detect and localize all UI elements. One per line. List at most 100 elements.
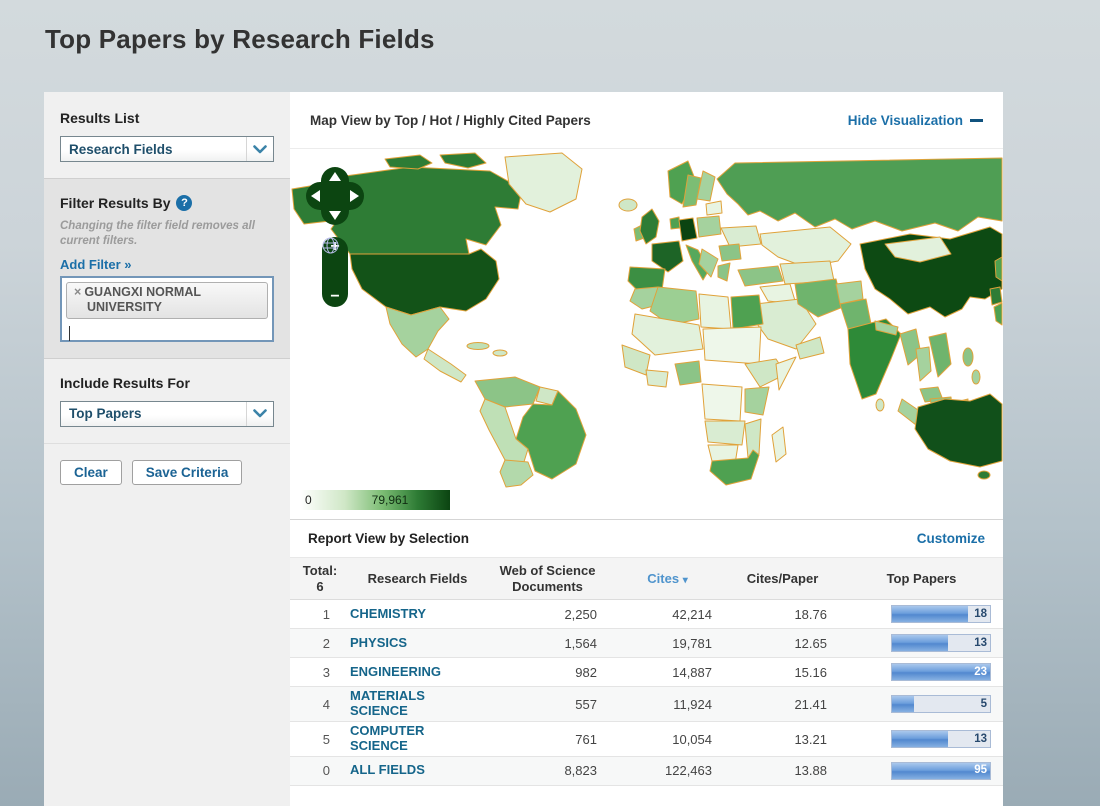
filter-note: Changing the filter field removes all cu… [60, 219, 274, 249]
top-papers-cell: 13 [840, 730, 1003, 748]
documents-cell: 2,250 [485, 607, 610, 622]
pan-up-icon[interactable] [329, 172, 341, 181]
filter-section: Filter Results By ? Changing the filter … [44, 178, 290, 359]
research-field-link[interactable]: MATERIALS SCIENCE [350, 689, 485, 719]
total-header: Total: 6 [290, 563, 350, 594]
documents-cell: 557 [485, 697, 610, 712]
top-papers-bar: 18 [891, 605, 991, 623]
include-results-label: Include Results For [60, 375, 274, 391]
map-legend: 0 79,961 [290, 489, 1003, 519]
filter-input-box[interactable]: ×GUANGXI NORMAL UNIVERSITY [60, 276, 274, 342]
top-papers-value: 13 [974, 733, 987, 745]
map-zoom-control[interactable]: + − [322, 237, 348, 307]
filter-results-by-label: Filter Results By ? [60, 195, 274, 211]
research-field-link[interactable]: COMPUTER SCIENCE [350, 724, 485, 754]
zoom-out-icon[interactable]: − [330, 290, 339, 304]
cites-cell: 10,054 [610, 732, 725, 747]
chevron-down-icon [246, 137, 273, 161]
page-title: Top Papers by Research Fields [45, 24, 435, 55]
research-field-link[interactable]: ENGINEERING [350, 665, 485, 680]
include-results-section: Include Results For Top Papers [44, 359, 290, 443]
collapse-icon [970, 119, 983, 122]
customize-link[interactable]: Customize [917, 531, 985, 546]
results-list-dropdown[interactable]: Research Fields [60, 136, 274, 162]
research-field-link[interactable]: ALL FIELDS [350, 763, 485, 778]
include-results-selected-value: Top Papers [61, 406, 246, 421]
rank-cell: 0 [290, 763, 350, 778]
top-papers-cell: 13 [840, 634, 1003, 652]
cites-cell: 14,887 [610, 665, 725, 680]
pan-down-icon[interactable] [329, 211, 341, 220]
cites-cell: 19,781 [610, 636, 725, 651]
filter-chip: ×GUANGXI NORMAL UNIVERSITY [66, 282, 268, 319]
save-criteria-button[interactable]: Save Criteria [132, 460, 243, 485]
chevron-down-icon [246, 402, 273, 426]
pan-left-icon[interactable] [311, 190, 320, 202]
legend-gradient-bar: 0 79,961 [300, 490, 450, 510]
cites-cell: 122,463 [610, 763, 725, 778]
map-view-title: Map View by Top / Hot / Highly Cited Pap… [310, 113, 591, 128]
top-papers-cell: 95 [840, 762, 1003, 780]
rank-cell: 2 [290, 636, 350, 651]
page: Top Papers by Research Fields Results Li… [0, 0, 1100, 806]
sidebar-filler [44, 501, 290, 806]
include-results-dropdown[interactable]: Top Papers [60, 401, 274, 427]
help-icon[interactable]: ? [176, 195, 192, 211]
top-papers-cell: 18 [840, 605, 1003, 623]
main-panel: Map View by Top / Hot / Highly Cited Pap… [290, 92, 1003, 806]
cites-per-paper-cell: 13.88 [725, 763, 840, 778]
top-papers-bar: 13 [891, 634, 991, 652]
clear-button[interactable]: Clear [60, 460, 122, 485]
top-papers-value: 13 [974, 637, 987, 649]
documents-cell: 761 [485, 732, 610, 747]
rank-cell: 3 [290, 665, 350, 680]
pan-right-icon[interactable] [350, 190, 359, 202]
column-header-wos-documents: Web of Science Documents [485, 563, 610, 594]
text-caret [69, 326, 70, 341]
map-pan-control[interactable] [306, 167, 364, 225]
top-papers-value: 5 [981, 698, 987, 710]
research-field-link[interactable]: PHYSICS [350, 636, 485, 651]
rank-cell: 5 [290, 732, 350, 747]
table-row: 2 PHYSICS 1,564 19,781 12.65 13 [290, 629, 1003, 658]
results-list-selected-value: Research Fields [61, 142, 246, 157]
table-row: 0 ALL FIELDS 8,823 122,463 13.88 95 [290, 757, 1003, 786]
top-papers-bar: 13 [891, 730, 991, 748]
table-row: 5 COMPUTER SCIENCE 761 10,054 13.21 13 [290, 722, 1003, 757]
filter-chip-label: GUANGXI NORMAL UNIVERSITY [84, 285, 200, 314]
cites-per-paper-cell: 18.76 [725, 607, 840, 622]
world-map[interactable] [290, 149, 1003, 489]
remove-icon[interactable]: × [74, 285, 81, 299]
report-view-header: Report View by Selection Customize [290, 520, 1003, 557]
map-area: + − [290, 149, 1003, 489]
table-row: 1 CHEMISTRY 2,250 42,214 18.76 18 [290, 600, 1003, 629]
results-list-section: Results List Research Fields [44, 92, 290, 178]
top-papers-bar: 5 [891, 695, 991, 713]
cites-cell: 42,214 [610, 607, 725, 622]
rank-cell: 1 [290, 607, 350, 622]
legend-min-value: 0 [305, 493, 312, 507]
globe-icon[interactable] [322, 237, 339, 254]
sort-desc-icon: ▾ [683, 575, 688, 586]
top-papers-cell: 23 [840, 663, 1003, 681]
column-header-research-fields: Research Fields [350, 571, 485, 587]
column-header-cites-per-paper: Cites/Paper [725, 571, 840, 587]
sidebar: Results List Research Fields Filter Resu… [44, 92, 290, 806]
cites-per-paper-cell: 13.21 [725, 732, 840, 747]
report-table-header: Total: 6 Research Fields Web of Science … [290, 557, 1003, 600]
table-row: 4 MATERIALS SCIENCE 557 11,924 21.41 5 [290, 687, 1003, 722]
research-field-link[interactable]: CHEMISTRY [350, 607, 485, 622]
legend-max-value: 79,961 [372, 493, 409, 507]
documents-cell: 8,823 [485, 763, 610, 778]
map-view-header: Map View by Top / Hot / Highly Cited Pap… [290, 92, 1003, 149]
cites-per-paper-cell: 21.41 [725, 697, 840, 712]
add-filter-link[interactable]: Add Filter » [60, 257, 132, 272]
cites-per-paper-cell: 12.65 [725, 636, 840, 651]
hide-visualization-link[interactable]: Hide Visualization [848, 113, 983, 128]
report-table-body: 1 CHEMISTRY 2,250 42,214 18.76 18 2 PHYS… [290, 600, 1003, 786]
column-header-cites[interactable]: Cites ▾ [610, 571, 725, 587]
documents-cell: 982 [485, 665, 610, 680]
table-row: 3 ENGINEERING 982 14,887 15.16 23 [290, 658, 1003, 687]
top-papers-cell: 5 [840, 695, 1003, 713]
column-header-top-papers: Top Papers [840, 571, 1003, 587]
